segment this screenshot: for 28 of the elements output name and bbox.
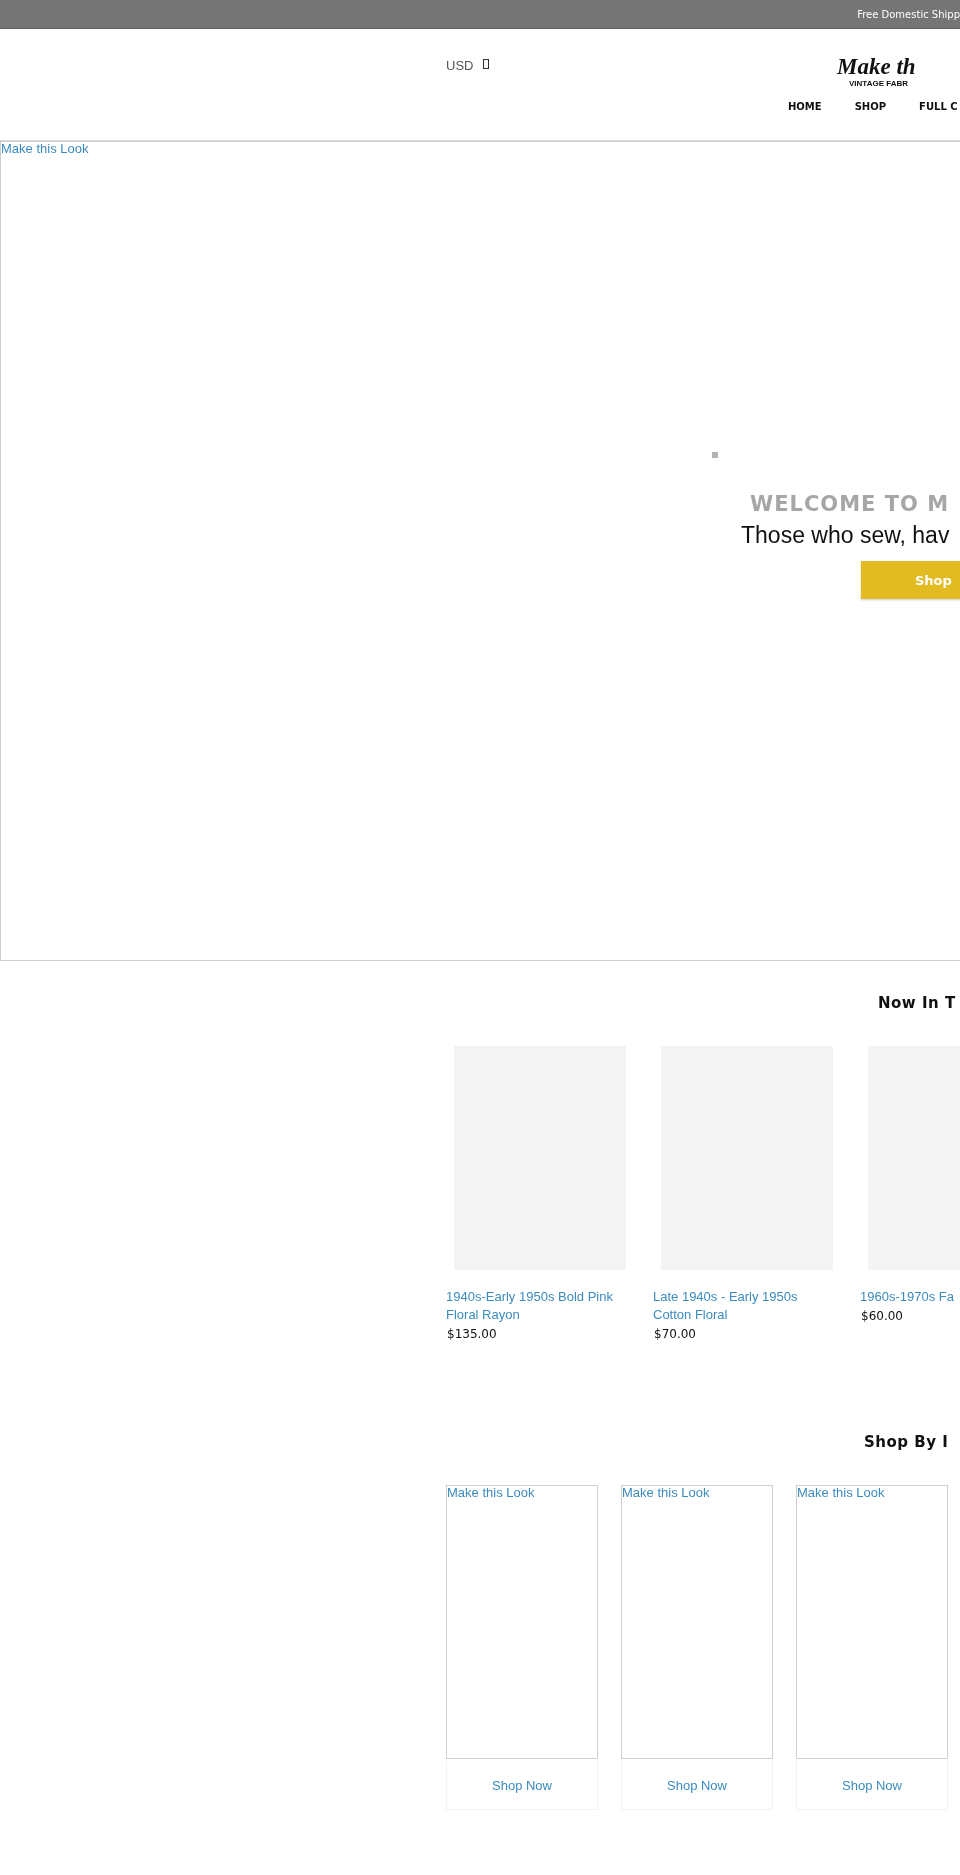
- image-alt-link[interactable]: Make this Look: [447, 1486, 535, 1500]
- section-title: Now In T: [878, 994, 956, 1012]
- shop-now-button[interactable]: Shop Now: [446, 1761, 598, 1810]
- collection-image-frame[interactable]: Make this Look: [796, 1485, 948, 1759]
- image-alt-link[interactable]: Make this Look: [797, 1486, 885, 1500]
- collection-image-frame[interactable]: Make this Look: [621, 1485, 773, 1759]
- square-icon: [712, 452, 718, 458]
- image-alt-link[interactable]: Make this Look: [1, 142, 89, 156]
- product-price: $70.00: [654, 1327, 696, 1341]
- nav-link[interactable]: HOME: [788, 101, 822, 112]
- shop-now-button[interactable]: Shop Now: [796, 1761, 948, 1810]
- logo[interactable]: Make th VINTAGE FABR: [837, 55, 955, 89]
- product-title-link[interactable]: 1960s-1970s Fa: [860, 1288, 960, 1306]
- hero-heading: WELCOME TO M: [750, 492, 950, 516]
- section-title: Shop By I: [864, 1433, 949, 1451]
- currency-selector[interactable]: USD: [446, 58, 474, 73]
- product-price: $60.00: [861, 1309, 903, 1323]
- product-title-link[interactable]: 1940s-Early 1950s Bold Pink Floral Rayon: [446, 1288, 630, 1324]
- image-alt-link[interactable]: Make this Look: [622, 1486, 710, 1500]
- square-icon: [483, 59, 490, 69]
- nav-link[interactable]: SHOP: [854, 101, 887, 112]
- shop-now-button[interactable]: Shop Now: [621, 1761, 773, 1810]
- nav-link[interactable]: FULL C: [919, 101, 958, 112]
- product-title-link[interactable]: Late 1940s - Early 1950s Cotton Floral: [653, 1288, 837, 1324]
- hero-subheading: Those who sew, hav: [741, 522, 950, 549]
- announcement-text: Free Domestic Shipp: [857, 8, 960, 20]
- collection-image-frame[interactable]: Make this Look: [446, 1485, 598, 1759]
- product-price: $135.00: [447, 1327, 497, 1341]
